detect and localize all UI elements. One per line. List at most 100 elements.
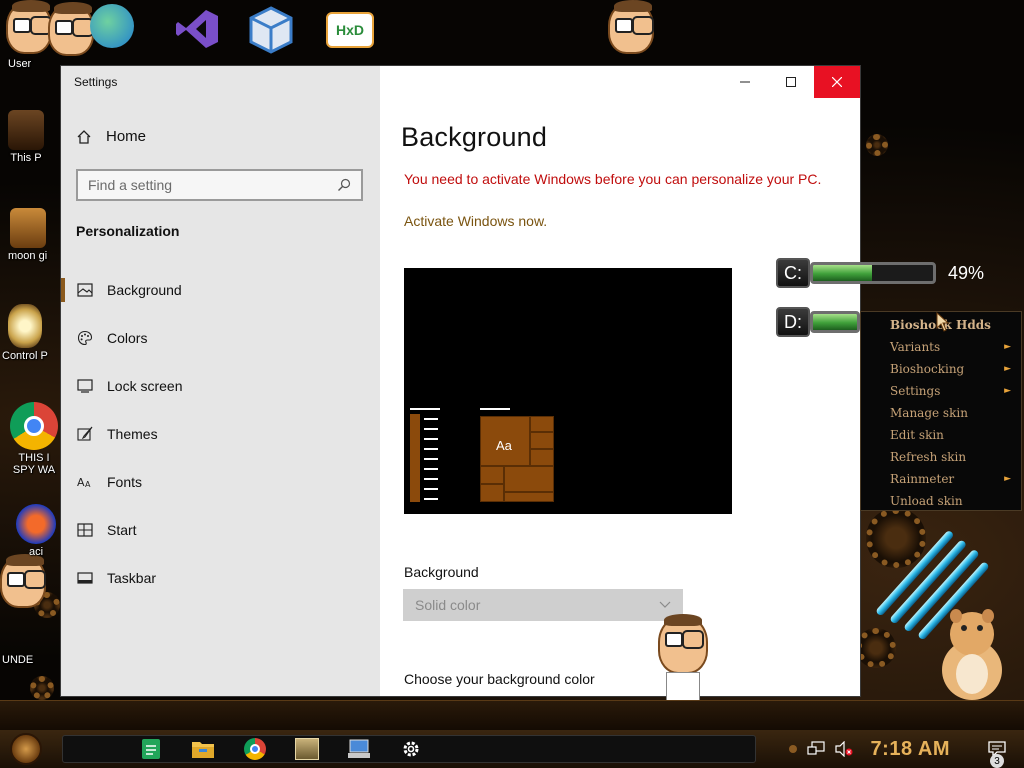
preview-tiles-header [480, 408, 510, 410]
hamster-image [942, 609, 1002, 700]
action-center-button[interactable]: 3 [984, 736, 1010, 768]
desktop-icon-this-pc[interactable]: This P [8, 110, 44, 164]
picture-icon [77, 283, 93, 297]
taskbar-app-computer[interactable] [333, 735, 385, 763]
computer-icon [348, 739, 370, 758]
cartoon-face [6, 0, 52, 54]
settings-window: Settings Home Personalization Background… [61, 66, 860, 696]
taskbar-apps [62, 735, 756, 763]
preview-tiles: Aa [480, 416, 554, 502]
taskbar-app-sheets[interactable] [125, 735, 177, 763]
nav-item-colors[interactable]: Colors [61, 314, 380, 362]
menu-item-variants[interactable]: Variants ► [861, 336, 1021, 358]
menu-item-settings[interactable]: Settings ► [861, 380, 1021, 402]
drive-usage-fill [813, 265, 872, 281]
desktop-icon-label: This P [10, 152, 42, 164]
menu-item-rainmeter[interactable]: Rainmeter ► [861, 468, 1021, 490]
desktop-icon-visual-studio[interactable] [174, 6, 220, 52]
nav-item-taskbar[interactable]: Taskbar [61, 554, 380, 602]
close-button[interactable] [814, 66, 860, 98]
network-icon[interactable] [806, 741, 825, 757]
activate-windows-link[interactable]: Activate Windows now. [404, 213, 547, 229]
gear-decoration [866, 508, 926, 568]
desktop-icon-control-panel[interactable]: Control P [2, 304, 48, 362]
nav-item-label: Colors [107, 330, 148, 346]
svg-text:A: A [85, 480, 91, 489]
desktop-icon-unde[interactable]: UNDE [2, 652, 33, 666]
desktop-icon-user[interactable]: User [8, 56, 31, 70]
activation-warning: You need to activate Windows before you … [404, 171, 822, 187]
visual-studio-icon [176, 10, 218, 48]
drive-letter: C: [776, 258, 810, 288]
chrome-icon [244, 738, 266, 760]
tray-expand-icon[interactable] [788, 745, 797, 753]
taskbar-clock[interactable]: 7:18 AM [871, 738, 950, 761]
cartoon-face [608, 0, 654, 54]
menu-item-label: Rainmeter [890, 472, 955, 486]
home-nav-item[interactable]: Home [76, 128, 146, 145]
drive-gauge-d[interactable]: D: [776, 305, 860, 339]
taskbar-app-chrome[interactable] [229, 735, 281, 763]
chevron-down-icon [659, 601, 671, 608]
desktop-icon-audacity[interactable]: aci [16, 504, 56, 558]
nav-item-fonts[interactable]: AA Fonts [61, 458, 380, 506]
menu-item-label: Bioshocking [890, 362, 965, 376]
maximize-button[interactable] [768, 66, 814, 98]
nav-item-label: Background [107, 282, 182, 298]
taskbar-app-file-explorer[interactable] [177, 735, 229, 763]
taskbar-app-settings[interactable] [385, 735, 437, 763]
taskbar-icon [77, 572, 93, 584]
control-panel-icon [7, 304, 42, 348]
virtualbox-icon [249, 6, 293, 54]
start-button[interactable] [0, 730, 52, 768]
menu-item-unload-skin[interactable]: Unload skin [861, 490, 1021, 512]
desktop-icon-virtualbox[interactable] [248, 6, 294, 54]
desktop-icon-label: UNDE [2, 654, 34, 666]
gear-decoration [30, 676, 54, 700]
background-dropdown-value: Solid color [415, 597, 481, 613]
rainmeter-context-menu: Bioshock Hdds Variants ► Bioshocking ► Set… [860, 311, 1022, 511]
cartoon-face [0, 554, 46, 608]
search-box[interactable] [76, 169, 363, 201]
menu-item-label: Unload skin [890, 494, 963, 508]
gear-decoration [856, 628, 896, 668]
home-label: Home [106, 128, 147, 145]
window-title: Settings [74, 75, 118, 89]
close-icon [832, 77, 842, 87]
edge-icon [90, 4, 134, 48]
menu-item-edit-skin[interactable]: Edit skin [861, 424, 1021, 446]
nav-item-themes[interactable]: Themes [61, 410, 380, 458]
desktop-icon-label: THIS I [18, 452, 50, 464]
submenu-arrow-icon: ► [1004, 342, 1011, 352]
search-input[interactable] [88, 177, 337, 193]
nav-item-start[interactable]: Start [61, 506, 380, 554]
nav-item-label: Taskbar [107, 570, 157, 586]
file-explorer-icon [192, 742, 214, 758]
menu-item-bioshocking[interactable]: Bioshocking ► [861, 358, 1021, 380]
nav-item-background[interactable]: Background [61, 266, 380, 314]
game-icon [295, 738, 319, 760]
desktop-icon-hxd[interactable]: HxD [326, 12, 374, 48]
maximize-icon [786, 77, 796, 87]
menu-item-manage-skin[interactable]: Manage skin [861, 402, 1021, 424]
desktop-icon-chrome[interactable]: THIS I SPY WA [10, 402, 58, 476]
nav-item-label: Start [107, 522, 137, 538]
desktop-icon-moon[interactable]: moon gi [8, 208, 47, 262]
hxd-icon: HxD [326, 12, 374, 48]
audacity-icon [16, 504, 56, 544]
volume-muted-icon[interactable] [834, 741, 853, 757]
minimize-button[interactable] [722, 66, 768, 98]
svg-text:A: A [77, 476, 85, 489]
menu-item-refresh-skin[interactable]: Refresh skin [861, 446, 1021, 468]
start-orb-icon [10, 733, 42, 765]
drive-gauge-c[interactable]: C: 49% [776, 256, 984, 290]
background-dropdown[interactable]: Solid color [403, 589, 683, 621]
drive-usage-bar [810, 262, 936, 284]
search-icon[interactable] [337, 178, 351, 192]
nav-item-lock-screen[interactable]: Lock screen [61, 362, 380, 410]
taskbar-app-game[interactable] [281, 735, 333, 763]
brush-icon [77, 426, 93, 441]
desktop-icon-edge[interactable] [90, 4, 134, 48]
start-icon [77, 523, 93, 537]
personalization-nav: Background Colors Lock screen Themes AA … [61, 266, 380, 602]
